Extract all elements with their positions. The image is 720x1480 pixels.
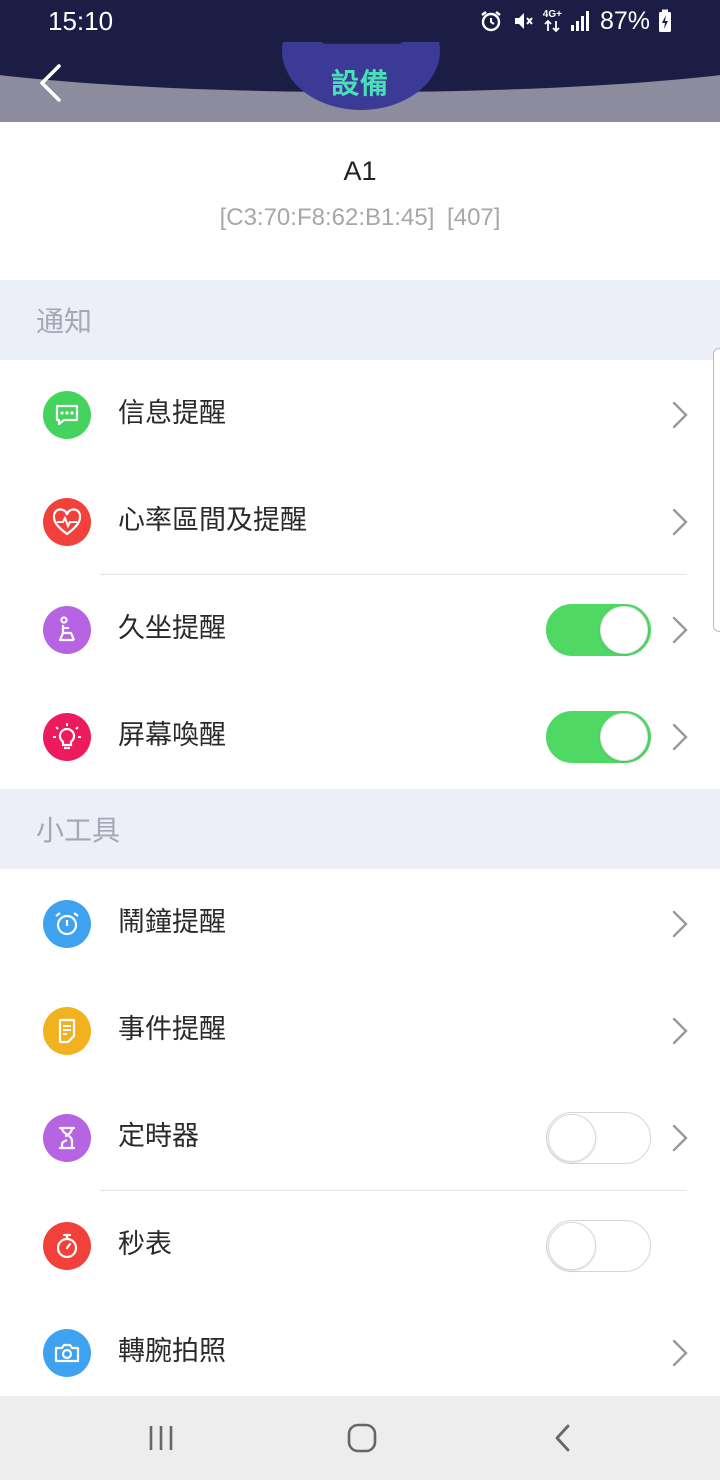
row-event-reminder[interactable]: 事件提醒	[0, 976, 720, 1084]
status-icons: 4G+ 87%	[479, 7, 672, 36]
chevron-right-icon	[672, 1124, 688, 1152]
status-time: 15:10	[48, 5, 114, 36]
home-icon	[347, 1423, 377, 1453]
row-stopwatch[interactable]: 秒表	[0, 1191, 720, 1299]
row-label: 屏幕喚醒	[118, 720, 226, 751]
row-wrist-photo[interactable]: 轉腕拍照	[0, 1298, 720, 1406]
row-label: 信息提醒	[118, 398, 226, 429]
row-label: 心率區間及提醒	[118, 505, 307, 536]
toggle-knob	[600, 713, 648, 761]
device-name: A1	[343, 156, 377, 186]
chevron-right-icon	[672, 1017, 688, 1045]
section-header-tools: 小工具	[0, 789, 720, 869]
scroll-indicator[interactable]	[713, 348, 720, 632]
row-timer[interactable]: 定時器	[0, 1083, 720, 1191]
mute-icon	[511, 9, 535, 33]
network-4g-icon: 4G+	[543, 10, 562, 32]
row-label: 轉腕拍照	[118, 1336, 226, 1367]
alarm-clock-icon	[43, 900, 91, 948]
row-label: 事件提醒	[118, 1014, 226, 1045]
sedentary-icon	[43, 606, 91, 654]
toggle-knob	[548, 1222, 596, 1270]
chevron-right-icon	[672, 401, 688, 429]
chevron-right-icon	[672, 910, 688, 938]
screen-wake-toggle[interactable]	[546, 711, 651, 763]
page-title: 設備	[330, 67, 389, 100]
row-label: 鬧鐘提醒	[118, 907, 226, 938]
chevron-right-icon	[672, 1339, 688, 1367]
app-header: 設備	[0, 42, 720, 122]
recent-apps-button[interactable]	[141, 1418, 181, 1458]
status-bar: 15:10 4G+ 87%	[0, 0, 720, 42]
row-sedentary-reminder[interactable]: 久坐提醒	[0, 575, 720, 683]
lightbulb-icon	[43, 713, 91, 761]
row-alarm-reminder[interactable]: 鬧鐘提醒	[0, 869, 720, 977]
toggle-knob	[548, 1114, 596, 1162]
battery-charging-icon	[658, 9, 672, 33]
device-info: A1 [C3:70:F8:62:B1:45] [407]	[0, 122, 720, 280]
device-id: [407]	[447, 204, 501, 231]
system-nav-bar	[0, 1396, 720, 1480]
device-mac-address: [C3:70:F8:62:B1:45]	[219, 204, 435, 231]
alarm-icon	[479, 9, 503, 33]
row-label: 秒表	[118, 1229, 172, 1260]
signal-icon	[570, 10, 592, 32]
camera-icon	[43, 1329, 91, 1377]
row-label: 定時器	[118, 1121, 199, 1152]
timer-icon	[43, 1114, 91, 1162]
row-message-reminder[interactable]: 信息提醒	[0, 360, 720, 468]
chevron-right-icon	[672, 508, 688, 536]
battery-percent: 87%	[599, 6, 650, 35]
event-note-icon	[43, 1007, 91, 1055]
row-heart-rate[interactable]: 心率區間及提醒	[0, 467, 720, 575]
back-button[interactable]	[28, 58, 72, 108]
chevron-left-icon	[40, 64, 61, 102]
recent-apps-icon	[149, 1426, 173, 1450]
band-image	[320, 42, 404, 44]
row-screen-wake[interactable]: 屏幕喚醒	[0, 682, 720, 790]
device-mac: [C3:70:F8:62:B1:45] [407]	[0, 204, 720, 232]
timer-toggle[interactable]	[546, 1112, 651, 1164]
row-label: 久坐提醒	[118, 613, 226, 644]
home-button[interactable]	[342, 1418, 382, 1458]
toggle-knob	[600, 606, 648, 654]
chevron-right-icon	[672, 723, 688, 751]
stopwatch-toggle[interactable]	[546, 1220, 651, 1272]
section-header-notify: 通知	[0, 280, 720, 360]
heart-rate-icon	[43, 498, 91, 546]
nav-back-button[interactable]	[543, 1418, 583, 1458]
chevron-right-icon	[672, 616, 688, 644]
back-icon	[555, 1424, 570, 1452]
sedentary-toggle[interactable]	[546, 604, 651, 656]
message-icon	[43, 391, 91, 439]
stopwatch-icon	[43, 1222, 91, 1270]
